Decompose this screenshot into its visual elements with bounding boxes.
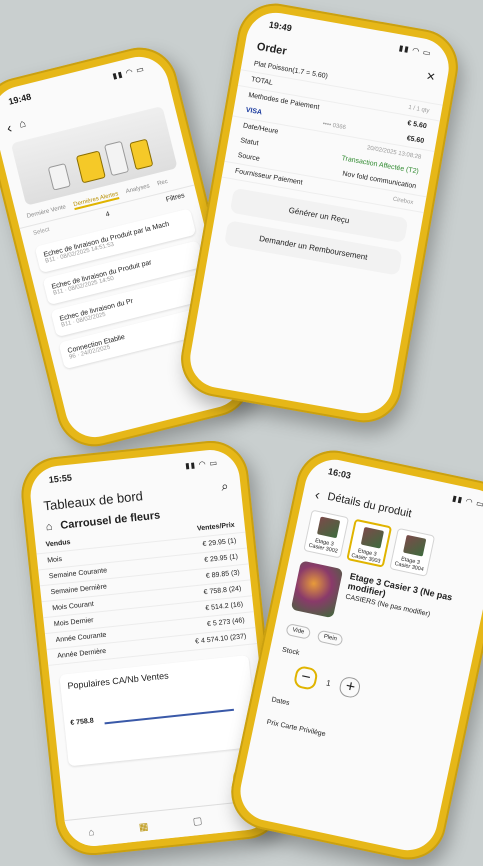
close-icon[interactable]: ✕ bbox=[425, 70, 436, 84]
chip-full[interactable]: Plein bbox=[316, 629, 344, 647]
row-value: € 5 273 (46) bbox=[206, 617, 246, 629]
row-label: Année Courante bbox=[55, 631, 107, 645]
store-icon: ⌂ bbox=[17, 117, 28, 131]
detail-key: Source bbox=[237, 151, 261, 163]
card-number: •••• 0366 bbox=[322, 120, 347, 131]
phone-mockup-4: 16:03 ▮▮ ◠ ▭ ‹ Détails du produit Etage … bbox=[224, 443, 483, 866]
home-icon[interactable]: ⌂ bbox=[45, 521, 53, 534]
row-value: € 89.85 (3) bbox=[205, 569, 240, 580]
select-dropdown[interactable]: Select bbox=[32, 226, 50, 236]
row-label: Semaine Courante bbox=[48, 567, 108, 581]
page-title: Order bbox=[255, 40, 288, 58]
row-label: Année Dernière bbox=[56, 647, 107, 660]
amount-right: €5.60 bbox=[406, 135, 425, 146]
total-value: 1 / 1 qty bbox=[407, 104, 430, 114]
signal-wifi-battery-icon: ▮▮ ◠ ▭ bbox=[111, 63, 146, 81]
row-value: € 29.95 (1) bbox=[203, 553, 239, 565]
product-shape-2 bbox=[103, 140, 130, 177]
nav-box-icon[interactable]: ▢ bbox=[192, 815, 203, 827]
nav-home-icon[interactable]: ⌂ bbox=[88, 827, 95, 839]
row-label: Mois bbox=[46, 555, 63, 565]
screen-product-details: 16:03 ▮▮ ◠ ▭ ‹ Détails du produit Etage … bbox=[234, 454, 483, 856]
alert-id: B11 bbox=[60, 320, 73, 329]
tab-rec[interactable]: Rec bbox=[157, 179, 169, 189]
chart-value: € 758.8 bbox=[70, 717, 95, 727]
plus-icon[interactable]: + bbox=[338, 675, 363, 700]
phone-mockup-2: 19:49 ▮▮ ◠ ▭ Order ✕ Plat Poisson(1.7 = … bbox=[175, 0, 464, 429]
row-value: € 758.8 (24) bbox=[203, 585, 242, 597]
status-time: 15:55 bbox=[48, 472, 73, 485]
nav-dashboard-icon[interactable]: ▦ bbox=[138, 821, 149, 833]
status-time: 16:03 bbox=[327, 466, 352, 481]
alert-id: B11 bbox=[52, 288, 65, 297]
product-shape-1 bbox=[47, 163, 71, 191]
row-value: € 29.95 (1) bbox=[202, 537, 237, 549]
card-brand: VISA bbox=[245, 106, 263, 117]
screen-order: 19:49 ▮▮ ◠ ▭ Order ✕ Plat Poisson(1.7 = … bbox=[185, 8, 454, 418]
locker-cell[interactable]: Etage 3 Casier 3002 bbox=[303, 509, 350, 559]
signal-wifi-battery-icon: ▮▮ ◠ ▭ bbox=[184, 457, 219, 471]
alert-id: B11 bbox=[44, 256, 57, 265]
provider-value: Cirebox bbox=[392, 196, 414, 206]
chart-line bbox=[104, 708, 235, 725]
row-label: Semaine Dernière bbox=[50, 583, 108, 597]
back-chevron-icon[interactable]: ‹ bbox=[314, 486, 322, 503]
row-label: Mois Courant bbox=[51, 600, 95, 613]
filters-button[interactable]: Filtres bbox=[165, 192, 185, 203]
minus-icon[interactable]: − bbox=[292, 664, 319, 691]
locker-cell[interactable]: Etage 3 Casier 3004 bbox=[389, 527, 436, 577]
col-header-sales: Ventes/Prix bbox=[196, 521, 235, 533]
stock-value: 1 bbox=[325, 677, 332, 688]
product-photo bbox=[290, 560, 344, 619]
status-time: 19:49 bbox=[268, 19, 293, 34]
total-label: TOTAL bbox=[250, 76, 274, 87]
signal-wifi-battery-icon: ▮▮ ◠ ▭ bbox=[451, 493, 483, 509]
row-label: Mois Dernier bbox=[53, 616, 94, 629]
search-icon[interactable]: ⌕ bbox=[220, 478, 229, 495]
tab-analyses[interactable]: Analyses bbox=[125, 183, 151, 197]
filter-count: 4 bbox=[105, 210, 111, 219]
status-time: 19:48 bbox=[7, 91, 33, 107]
product-bag-2 bbox=[129, 138, 154, 171]
back-chevron-icon[interactable]: ‹ bbox=[5, 119, 13, 136]
col-header-sold: Vendus bbox=[45, 538, 71, 549]
locker-cell-selected[interactable]: Etage 3 Casier 3003 bbox=[346, 518, 393, 568]
payment-amount: € 5.60 bbox=[406, 119, 428, 131]
chip-empty[interactable]: Vide bbox=[285, 623, 312, 640]
row-value: € 4 574.10 (237) bbox=[194, 633, 247, 646]
alert-id: 96 bbox=[68, 353, 77, 361]
detail-key: Statut bbox=[239, 137, 259, 148]
row-value: € 514.2 (16) bbox=[205, 601, 244, 613]
popular-title: Populaires CA/Nb Ventes bbox=[66, 670, 170, 692]
product-bag-1 bbox=[75, 150, 106, 184]
popular-card: Populaires CA/Nb Ventes € 758.8 bbox=[59, 654, 258, 767]
signal-wifi-battery-icon: ▮▮ ◠ ▭ bbox=[398, 42, 433, 58]
